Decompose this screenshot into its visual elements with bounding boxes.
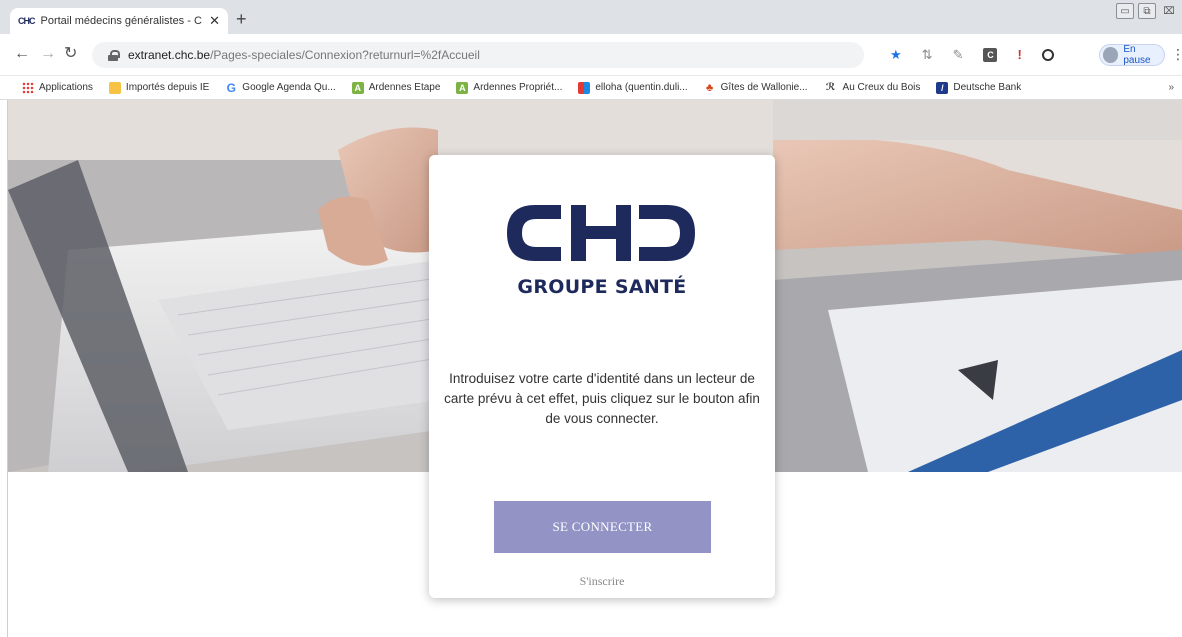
url-path: /Pages-speciales/Connexion?returnurl=%2f…: [210, 48, 480, 62]
apps-grid-icon: [22, 81, 34, 94]
profile-button[interactable]: En pause: [1099, 44, 1165, 66]
chc-logo-mark: [507, 205, 695, 261]
elloha-icon: [578, 81, 591, 94]
bookmark-label: Ardennes Etape: [368, 82, 441, 93]
bookmark-star-icon[interactable]: ★: [890, 47, 902, 62]
register-link[interactable]: S'inscrire: [429, 574, 775, 589]
bookmark-ie-folder[interactable]: Importés depuis IE: [108, 81, 210, 94]
feather-extension-icon[interactable]: ✎: [953, 47, 964, 62]
bookmarks-overflow-button[interactable]: »: [1168, 82, 1174, 93]
pin-extension-icon[interactable]: !: [1017, 47, 1021, 62]
close-icon[interactable]: ✕: [209, 13, 220, 29]
chc-logo: GROUPE SANTÉ: [499, 197, 705, 307]
menu-dots-icon[interactable]: ⋮: [1171, 46, 1182, 63]
restore-icon[interactable]: ⧉: [1138, 3, 1156, 19]
ring-extension-icon[interactable]: [1041, 48, 1054, 61]
lock-icon[interactable]: [108, 49, 120, 61]
square-extension-icon[interactable]: C: [983, 47, 998, 62]
window-close-icon[interactable]: ⌧: [1160, 3, 1178, 19]
page-left-border: [0, 100, 8, 637]
browser-tab[interactable]: CHC Portail médecins généralistes - C ✕: [10, 8, 228, 34]
login-card: GROUPE SANTÉ Introduisez votre carte d'i…: [429, 155, 775, 598]
translate-extension-icon[interactable]: ⇅: [922, 47, 933, 62]
gites-icon: ♣: [706, 81, 714, 94]
bookmark-applications[interactable]: Applications: [22, 81, 93, 94]
address-bar[interactable]: extranet.chc.be/Pages-speciales/Connexio…: [92, 42, 864, 68]
creux-icon: ℛ: [825, 82, 836, 93]
new-tab-button[interactable]: +: [236, 9, 247, 29]
forward-arrow-icon[interactable]: →: [40, 45, 56, 63]
google-icon: G: [226, 80, 236, 95]
url-domain: extranet.chc.be: [128, 48, 211, 62]
connect-button[interactable]: SE CONNECTER: [494, 501, 711, 553]
reload-icon[interactable]: ↻: [64, 45, 77, 63]
bookmark-ardennes-etape[interactable]: A Ardennes Etape: [351, 81, 441, 94]
bookmark-au-creux-du-bois[interactable]: ℛ Au Creux du Bois: [824, 82, 921, 94]
bookmark-google-agenda[interactable]: G Google Agenda Qu...: [225, 80, 336, 95]
login-card-header: GROUPE SANTÉ Introduisez votre carte d'i…: [429, 155, 775, 472]
bookmark-label: Ardennes Propriét...: [473, 82, 563, 93]
bookmark-label: Au Creux du Bois: [842, 82, 921, 93]
deutsche-bank-icon: /: [936, 81, 949, 94]
tab-strip: CHC Portail médecins généralistes - C ✕ …: [0, 0, 1182, 34]
profile-status: En pause: [1123, 44, 1151, 66]
folder-icon: [108, 81, 121, 94]
bookmark-label: Gîtes de Wallonie...: [720, 82, 808, 93]
bookmark-label: Importés depuis IE: [125, 82, 210, 93]
ardennes-icon: A: [456, 81, 469, 94]
bookmark-deutsche-bank[interactable]: / Deutsche Bank: [936, 81, 1022, 94]
back-arrow-icon[interactable]: ←: [14, 45, 30, 63]
login-instructions: Introduisez votre carte d'identité dans …: [444, 371, 760, 426]
bookmark-label: elloha (quentin.duli...: [595, 82, 688, 93]
bookmark-elloha[interactable]: elloha (quentin.duli...: [578, 81, 688, 94]
bookmark-label: Google Agenda Qu...: [242, 82, 336, 93]
bookmarks-bar: Applications Importés depuis IE G Google…: [0, 76, 1182, 100]
chc-favicon-icon: CHC: [18, 16, 35, 26]
bookmark-label: Deutsche Bank: [953, 82, 1022, 93]
extension-icons: ★ ⇅ ✎ C !: [890, 47, 1054, 62]
login-page: GROUPE SANTÉ Introduisez votre carte d'i…: [8, 100, 1182, 637]
bookmark-label: Applications: [39, 82, 93, 93]
browser-toolbar: ← → ↻ extranet.chc.be/Pages-speciales/Co…: [0, 34, 1182, 76]
ardennes-icon: A: [351, 81, 364, 94]
minimize-icon[interactable]: ▭: [1116, 3, 1134, 19]
tab-title: Portail médecins généralistes - C: [40, 15, 202, 27]
window-controls: ▭ ⧉ ⌧: [1116, 3, 1178, 19]
bookmark-ardennes-proprietes[interactable]: A Ardennes Propriét...: [456, 81, 563, 94]
logo-subtitle: GROUPE SANTÉ: [517, 276, 687, 298]
avatar: [1103, 47, 1119, 63]
bookmark-gites-wallonie[interactable]: ♣ Gîtes de Wallonie...: [704, 82, 808, 94]
